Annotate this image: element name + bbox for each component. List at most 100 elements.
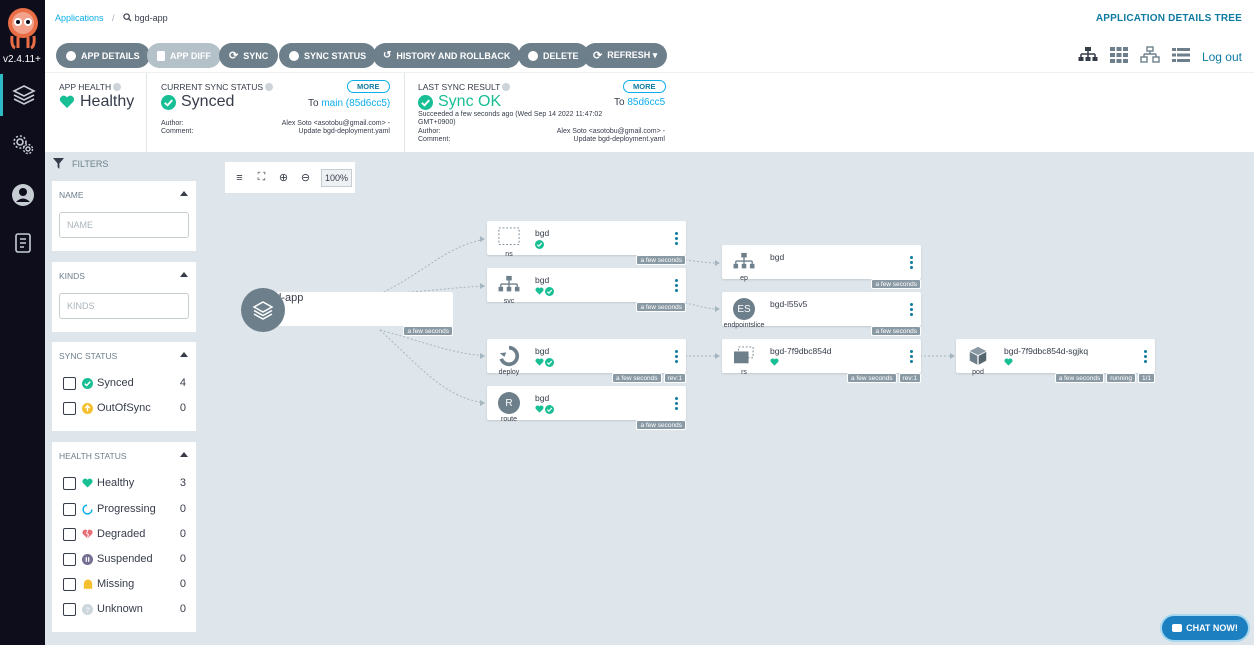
settings-gear-icon[interactable]	[0, 123, 45, 165]
last-sync-label: LAST SYNC RESULT	[418, 82, 511, 92]
last-sync-revision-link[interactable]: 85d6cc5	[627, 97, 665, 108]
node-menu-icon[interactable]	[910, 303, 913, 318]
sync-button[interactable]: ⟳ SYNC	[219, 43, 279, 68]
arrow-circle-up-icon	[82, 402, 93, 414]
collapse-caret-icon[interactable]	[180, 352, 188, 357]
last-sync-meta-values: Alex Soto <asotobu@gmail.com> - Update bg…	[556, 128, 665, 143]
checkbox[interactable]	[63, 476, 76, 490]
collapse-caret-icon[interactable]	[180, 452, 188, 457]
help-icon[interactable]	[265, 83, 274, 91]
node-kind: endpointslice	[723, 322, 765, 329]
node-menu-icon[interactable]	[910, 350, 913, 365]
revision-tag: rev:1	[898, 373, 921, 383]
checkbox[interactable]	[63, 502, 76, 516]
filter-outofsync-row[interactable]: OutOfSync 0	[63, 400, 186, 416]
argo-logo[interactable]	[6, 6, 40, 50]
node-kind: ep	[740, 275, 748, 282]
breadcrumb-current[interactable]: bgd-app	[135, 13, 168, 23]
fit-screen-icon[interactable]: ⛶	[255, 171, 268, 184]
breadcrumb-applications-link[interactable]: Applications	[55, 13, 104, 23]
deploy-node[interactable]: deploy bgd a few seconds rev:1	[487, 339, 686, 383]
filter-suspended-row[interactable]: Suspended 0	[63, 551, 186, 567]
node-menu-icon[interactable]	[675, 350, 678, 365]
node-menu-icon[interactable]	[675, 232, 678, 247]
sync-label: SYNC	[243, 50, 269, 61]
revision-tag: rev:1	[663, 373, 686, 383]
sync-more-button[interactable]: MORE	[347, 80, 390, 93]
name-filter-input[interactable]	[59, 212, 189, 238]
pod-ready-count-tag: 1/1	[1137, 373, 1155, 383]
svc-node[interactable]: svc bgd a few seconds	[487, 268, 686, 312]
chat-now-button[interactable]: CHAT NOW!	[1162, 616, 1248, 640]
heart-icon	[1004, 358, 1013, 366]
checkbox[interactable]	[63, 527, 76, 541]
zoom-out-icon[interactable]: ⊖	[299, 171, 312, 184]
sync-status-button[interactable]: SYNC STATUS	[279, 43, 377, 68]
filter-unknown-row[interactable]: ? Unknown 0	[63, 601, 186, 617]
history-icon: ↺	[383, 50, 392, 61]
list-view-icon[interactable]	[1171, 46, 1191, 67]
filter-progressing-row[interactable]: Progressing 0	[63, 501, 186, 517]
align-left-icon[interactable]: ≡	[233, 171, 246, 184]
help-icon[interactable]	[502, 83, 511, 91]
endpointslice-node[interactable]: ES endpointslice bgd-l55v5 a few seconds	[722, 292, 921, 336]
heart-icon	[535, 287, 544, 295]
docs-icon[interactable]	[0, 222, 45, 264]
refresh-button[interactable]: ⟳ REFRESH ▾	[583, 43, 668, 68]
resource-tree-canvas[interactable]: ≡ ⛶ ⊕ ⊖ 100% bgd-app a few seconds ns bg…	[215, 152, 1254, 645]
collapse-caret-icon[interactable]	[180, 272, 188, 277]
user-info-icon[interactable]	[0, 174, 45, 216]
app-node[interactable]: bgd-app a few seconds	[263, 292, 453, 336]
pod-node[interactable]: pod bgd-7f9dbc854d-sgjkq a few seconds r…	[956, 339, 1155, 383]
node-menu-icon[interactable]	[675, 397, 678, 412]
filter-healthy-row[interactable]: Healthy 3	[63, 475, 186, 491]
network-view-icon[interactable]	[1140, 46, 1160, 67]
checkbox[interactable]	[63, 376, 76, 390]
pods-grid-icon[interactable]	[1109, 46, 1129, 67]
age-tag: a few seconds	[636, 302, 686, 312]
ns-node[interactable]: ns bgd a few seconds	[487, 221, 686, 265]
graph-zoom-toolbar: ≡ ⛶ ⊕ ⊖ 100%	[225, 162, 355, 193]
age-tag: a few seconds	[1054, 373, 1105, 383]
checkbox[interactable]	[63, 602, 76, 616]
sync-status-value: Synced	[161, 93, 234, 111]
last-sync-more-button[interactable]: MORE	[623, 80, 666, 93]
info-icon	[66, 50, 76, 61]
filter-missing-row[interactable]: Missing 0	[63, 576, 186, 592]
age-tag: a few seconds	[636, 255, 686, 265]
filter-degraded-row[interactable]: Degraded 0	[63, 526, 186, 542]
checkbox[interactable]	[63, 401, 76, 415]
sync-revision-link[interactable]: main (85d6cc5)	[321, 98, 390, 109]
kinds-filter-input[interactable]	[59, 293, 189, 319]
age-tag: a few seconds	[403, 326, 453, 336]
collapse-caret-icon[interactable]	[180, 191, 188, 196]
zoom-in-icon[interactable]: ⊕	[277, 171, 290, 184]
node-status	[535, 358, 554, 367]
progress-circle-icon	[82, 503, 93, 515]
applications-nav-icon[interactable]	[0, 74, 45, 116]
app-diff-button[interactable]: APP DIFF	[147, 43, 221, 68]
checkbox[interactable]	[63, 552, 76, 566]
node-status	[1004, 358, 1013, 366]
age-tag: a few seconds	[871, 279, 921, 289]
logout-link[interactable]: Log out	[1202, 50, 1242, 64]
last-sync-value: Sync OK	[418, 93, 501, 111]
help-icon[interactable]	[113, 83, 122, 91]
history-rollback-button[interactable]: ↺ HISTORY AND ROLLBACK	[373, 43, 521, 68]
health-status-filter-box: HEALTH STATUS Healthy 3 Progressing 0 De…	[52, 442, 196, 632]
node-menu-icon[interactable]	[910, 256, 913, 271]
application-layers-icon	[241, 288, 285, 332]
filters-header[interactable]: FILTERS	[53, 158, 108, 169]
rs-node[interactable]: rs bgd-7f9dbc854d a few seconds rev:1	[722, 339, 921, 383]
checkbox[interactable]	[63, 577, 76, 591]
app-details-button[interactable]: APP DETAILS	[56, 43, 150, 68]
node-menu-icon[interactable]	[675, 279, 678, 294]
route-node[interactable]: R route bgd a few seconds	[487, 386, 686, 430]
ep-node[interactable]: ep bgd a few seconds	[722, 245, 921, 289]
filter-synced-row[interactable]: Synced 4	[63, 375, 186, 391]
zoom-level[interactable]: 100%	[321, 168, 353, 187]
node-menu-icon[interactable]	[1144, 350, 1147, 365]
tree-view-icon[interactable]	[1078, 46, 1098, 67]
page-title: APPLICATION DETAILS TREE	[1095, 13, 1242, 24]
delete-button[interactable]: DELETE	[518, 43, 589, 68]
